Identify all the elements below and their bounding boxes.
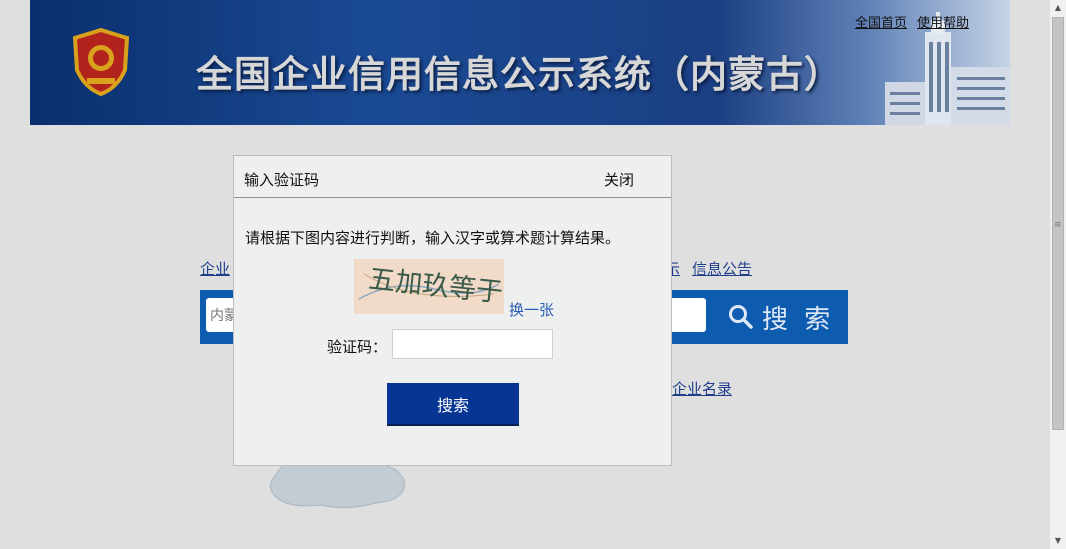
scroll-down-icon[interactable]: ▼ bbox=[1050, 533, 1066, 549]
captcha-dialog: 输入验证码 关闭 请根据下图内容进行判断，输入汉字或算术题计算结果。 五加玖等于… bbox=[233, 155, 672, 466]
code-label: 验证码： bbox=[327, 338, 388, 356]
scroll-up-icon[interactable]: ▲ bbox=[1050, 0, 1066, 16]
dialog-header: 输入验证码 关闭 bbox=[234, 156, 671, 198]
directory-link[interactable]: 企业名录 bbox=[672, 378, 732, 399]
top-links: 全国首页 使用帮助 bbox=[855, 12, 979, 31]
dialog-close-button[interactable]: 关闭 bbox=[604, 169, 634, 190]
submit-search-button[interactable]: 搜索 bbox=[387, 383, 519, 426]
scroll-grip-icon: ≡ bbox=[1054, 220, 1062, 230]
captcha-image: 五加玖等于 bbox=[354, 259, 504, 314]
site-title: 全国企业信用信息公示系统（内蒙古） bbox=[196, 53, 842, 96]
dialog-title: 输入验证码 bbox=[244, 171, 320, 189]
search-icon bbox=[729, 305, 753, 329]
captcha-refresh-link[interactable]: 换一张 bbox=[509, 299, 554, 320]
home-link[interactable]: 全国首页 bbox=[855, 16, 907, 31]
search-button-label: 搜 索 bbox=[762, 304, 835, 335]
nav-link-enterprise[interactable]: 企业 bbox=[200, 258, 230, 279]
national-emblem-icon bbox=[72, 27, 130, 97]
nav-link-announcement[interactable]: 信息公告 bbox=[692, 258, 752, 279]
search-button[interactable]: 搜 索 bbox=[728, 296, 843, 338]
captcha-code-input[interactable] bbox=[392, 329, 553, 359]
captcha-instruction: 请根据下图内容进行判断，输入汉字或算术题计算结果。 bbox=[245, 229, 621, 247]
help-link[interactable]: 使用帮助 bbox=[917, 16, 969, 31]
